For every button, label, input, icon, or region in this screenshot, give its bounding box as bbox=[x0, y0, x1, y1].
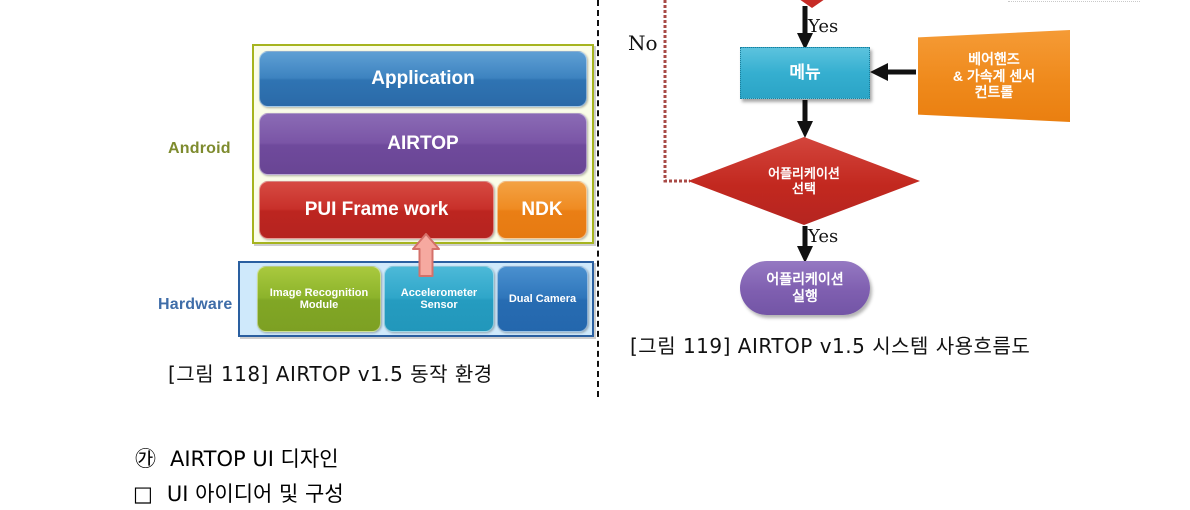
body-line-2-marker: □ bbox=[133, 482, 153, 506]
edge-label-yes-top: Yes bbox=[808, 16, 839, 37]
body-line-2-text: UI 아이디어 및 구성 bbox=[166, 482, 344, 506]
barehands-text: 베어핸즈 & 가속계 센서 컨트롤 bbox=[952, 51, 1036, 101]
body-text-block: ㉮ AIRTOP UI 디자인 □ UI 아이디어 및 구성 bbox=[0, 400, 1190, 510]
body-line-1-text: AIRTOP UI 디자인 bbox=[170, 447, 339, 471]
edge-label-yes-bottom: Yes bbox=[808, 226, 839, 247]
page-canvas: Android Hardware Application AIRTOP PUI … bbox=[0, 0, 1190, 510]
body-line-1-marker: ㉮ bbox=[135, 447, 156, 471]
body-line-2: □ UI 아이디어 및 구성 bbox=[133, 478, 344, 508]
application-run-text: 어플리케이션 실행 bbox=[766, 271, 844, 304]
edge-label-no: No bbox=[628, 31, 658, 55]
application-select-text: 어플리케이션 선택 bbox=[768, 165, 840, 196]
flow-node-application-run: 어플리케이션 실행 bbox=[740, 261, 870, 315]
body-line-1: ㉮ AIRTOP UI 디자인 bbox=[135, 443, 339, 473]
flow-node-barehands-control: 베어핸즈 & 가속계 센서 컨트롤 bbox=[918, 30, 1070, 122]
figure-119-caption: [그림 119] AIRTOP v1.5 시스템 사용흐름도 bbox=[630, 334, 1031, 358]
flow-node-menu: 메뉴 bbox=[740, 47, 870, 99]
